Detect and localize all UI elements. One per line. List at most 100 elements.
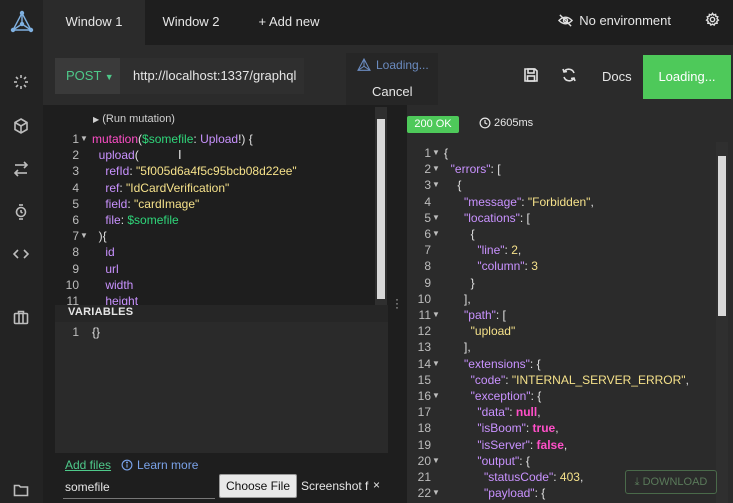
loader-icon[interactable] xyxy=(11,72,31,92)
code-token: "payload" xyxy=(444,486,535,501)
fold-toggle-icon[interactable]: ▼ xyxy=(432,145,440,161)
query-code: refId: "5f005d6a4f5c95bcb08d22ee" xyxy=(92,163,296,179)
fold-toggle-icon[interactable]: ▼ xyxy=(432,210,440,226)
folder-icon[interactable] xyxy=(11,480,31,500)
code-icon[interactable] xyxy=(11,244,31,264)
code-token: "column" xyxy=(444,259,525,274)
code-token: "locations" xyxy=(444,210,520,225)
line-number: 21 xyxy=(417,470,431,484)
logo-icon[interactable] xyxy=(10,10,34,34)
response-code: "payload": { xyxy=(444,485,545,501)
line-number: 6 xyxy=(72,213,79,227)
pane-divider[interactable]: · · · xyxy=(388,105,407,503)
code-token: ], xyxy=(444,291,471,306)
line-number: 7 xyxy=(72,229,79,244)
loading-indicator: Loading... xyxy=(356,57,429,73)
code-token: ], xyxy=(444,340,471,355)
query-code: height xyxy=(92,293,138,305)
send-request-button[interactable]: Loading... xyxy=(643,55,731,99)
gear-icon[interactable] xyxy=(705,12,723,30)
query-scrollbar[interactable] xyxy=(375,107,387,305)
response-scrollbar[interactable] xyxy=(716,142,728,503)
line-number: 12 xyxy=(417,324,431,339)
response-code: "line": 2, xyxy=(444,242,521,258)
code-token: "code" xyxy=(444,372,506,387)
tab-window-1[interactable]: Window 1 xyxy=(43,0,145,45)
variables-content: {} xyxy=(92,325,101,339)
code-token: : { xyxy=(534,486,546,501)
variables-editor[interactable]: 1 {} xyxy=(55,322,388,453)
response-code: "isBoom": true, xyxy=(444,420,558,436)
cancel-button[interactable]: Cancel xyxy=(372,84,412,99)
environment-selector[interactable]: No environment xyxy=(558,13,671,28)
add-window-button[interactable]: + Add new xyxy=(247,0,331,45)
request-bar: POST ▼ http://localhost:1337/graphql Loa… xyxy=(43,45,733,105)
download-label: DOWNLOAD xyxy=(642,476,708,488)
code-token: { xyxy=(444,227,475,241)
query-scroll-thumb[interactable] xyxy=(377,119,385,299)
response-code: "code": "INTERNAL_SERVER_ERROR", xyxy=(444,372,689,388)
code-token: : { xyxy=(529,356,541,371)
code-token: "upload" xyxy=(444,324,516,339)
line-number: 2 xyxy=(424,162,431,177)
fold-toggle-icon[interactable]: ▼ xyxy=(432,453,440,469)
code-token: "isBoom" xyxy=(444,421,526,436)
fold-toggle-icon[interactable]: ▼ xyxy=(432,177,440,193)
drag-handle-icon[interactable]: · · · xyxy=(395,293,399,313)
fold-toggle-icon[interactable]: ▼ xyxy=(432,307,440,323)
method-select[interactable]: POST ▼ xyxy=(55,58,120,94)
line-number: 9 xyxy=(72,261,79,276)
line-number: 5 xyxy=(72,196,79,211)
fold-toggle-icon[interactable]: ▼ xyxy=(432,161,440,177)
code-token: "message" xyxy=(444,194,522,209)
tab-window-2[interactable]: Window 2 xyxy=(145,0,237,45)
learn-more-link[interactable]: Learn more xyxy=(121,458,198,472)
loading-text: Loading... xyxy=(376,58,429,72)
cube-icon[interactable] xyxy=(11,116,31,136)
refresh-icon[interactable] xyxy=(561,67,579,85)
code-token: null xyxy=(515,405,538,420)
save-icon[interactable] xyxy=(523,67,541,85)
choose-file-button[interactable]: Choose File xyxy=(219,474,297,498)
download-button[interactable]: ⤓ DOWNLOAD xyxy=(625,470,717,494)
response-scroll-thumb[interactable] xyxy=(718,156,726,316)
query-code: field: "cardImage" xyxy=(92,196,199,212)
line-number: 9 xyxy=(424,275,431,290)
query-code: width xyxy=(92,277,133,293)
docs-button[interactable]: Docs xyxy=(602,69,632,84)
variables-title: VARIABLES xyxy=(68,306,134,318)
fold-toggle-icon[interactable]: ▼ xyxy=(432,226,440,242)
remove-file-button[interactable]: × xyxy=(373,478,380,492)
response-code: { xyxy=(444,226,475,242)
code-token: !) { xyxy=(238,132,253,146)
watch-icon[interactable] xyxy=(11,202,31,222)
eye-off-icon xyxy=(558,14,574,27)
url-input[interactable]: http://localhost:1337/graphql xyxy=(120,58,304,94)
response-code: "statusCode": 403, xyxy=(444,469,583,485)
code-token: "exception" xyxy=(444,389,531,403)
briefcase-icon[interactable] xyxy=(11,307,31,327)
add-files-link[interactable]: Add files xyxy=(65,458,111,472)
response-code: "path": [ xyxy=(444,307,506,323)
fold-toggle-icon[interactable]: ▼ xyxy=(432,356,440,372)
code-token: "INTERNAL_SERVER_ERROR" xyxy=(511,372,686,387)
code-token: , xyxy=(537,405,541,420)
response-code: "extensions": { xyxy=(444,356,541,372)
fold-toggle-icon[interactable]: ▼ xyxy=(432,388,440,404)
line-number: 6 xyxy=(424,227,431,241)
fold-toggle-icon[interactable]: ▼ xyxy=(80,131,88,147)
code-token: 2 xyxy=(511,243,518,258)
line-number: 8 xyxy=(424,259,431,274)
query-editor[interactable]: ▶ (Run mutation) 1 ▼ mutation($somefile: U… xyxy=(55,105,388,305)
fold-toggle-icon[interactable]: ▼ xyxy=(432,485,440,501)
variables-pane: VARIABLES 1 {} xyxy=(55,305,388,453)
line-number: 18 xyxy=(417,421,431,436)
fold-toggle-icon[interactable]: ▼ xyxy=(80,228,88,244)
code-token: "IdCardVerification" xyxy=(126,180,230,195)
swap-icon[interactable] xyxy=(11,159,31,179)
run-mutation-link[interactable]: ▶ (Run mutation) xyxy=(93,113,175,125)
code-token: : [ xyxy=(495,308,506,322)
query-code: upload( xyxy=(92,147,139,163)
file-name-input[interactable]: somefile xyxy=(63,477,215,499)
line-number: 8 xyxy=(72,245,79,260)
